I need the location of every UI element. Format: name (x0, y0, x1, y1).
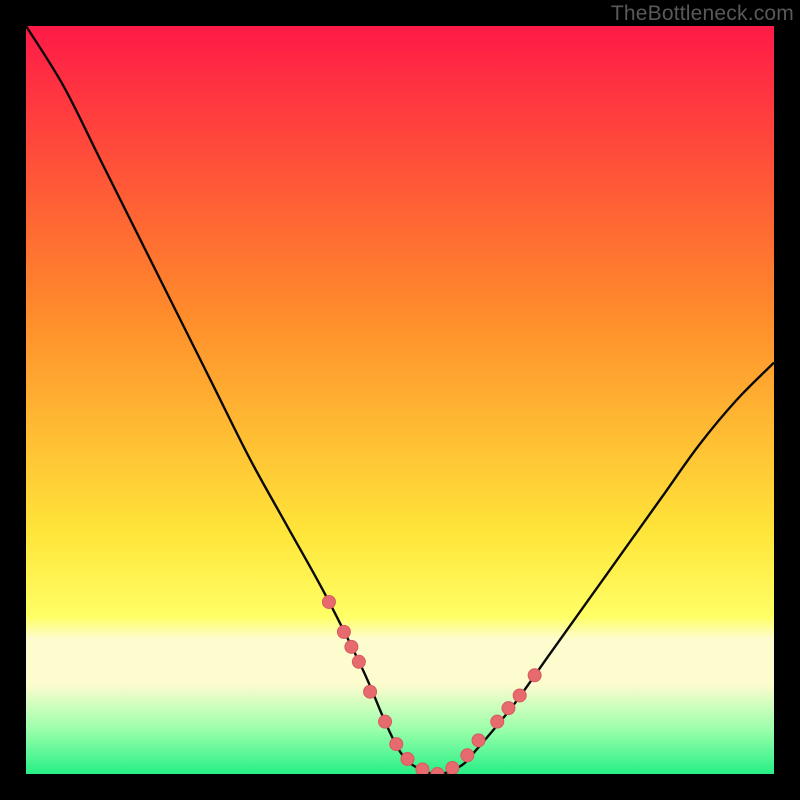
marker-dot (352, 655, 365, 668)
marker-dot (513, 689, 526, 702)
marker-dot (491, 715, 504, 728)
marker-dot (461, 749, 474, 762)
marker-dot (446, 762, 459, 774)
marker-dot (502, 702, 515, 715)
marker-dot (528, 669, 541, 682)
marker-dot (416, 763, 429, 774)
marker-dot (337, 625, 350, 638)
plot-frame (26, 26, 774, 774)
watermark-text: TheBottleneck.com (611, 2, 794, 26)
marker-dot (390, 738, 403, 751)
marker-dot (379, 715, 392, 728)
gradient-background (26, 26, 774, 774)
bottleneck-chart (26, 26, 774, 774)
marker-dot (364, 685, 377, 698)
marker-dot (345, 640, 358, 653)
marker-dot (401, 753, 414, 766)
marker-dot (322, 595, 335, 608)
marker-dot (472, 734, 485, 747)
